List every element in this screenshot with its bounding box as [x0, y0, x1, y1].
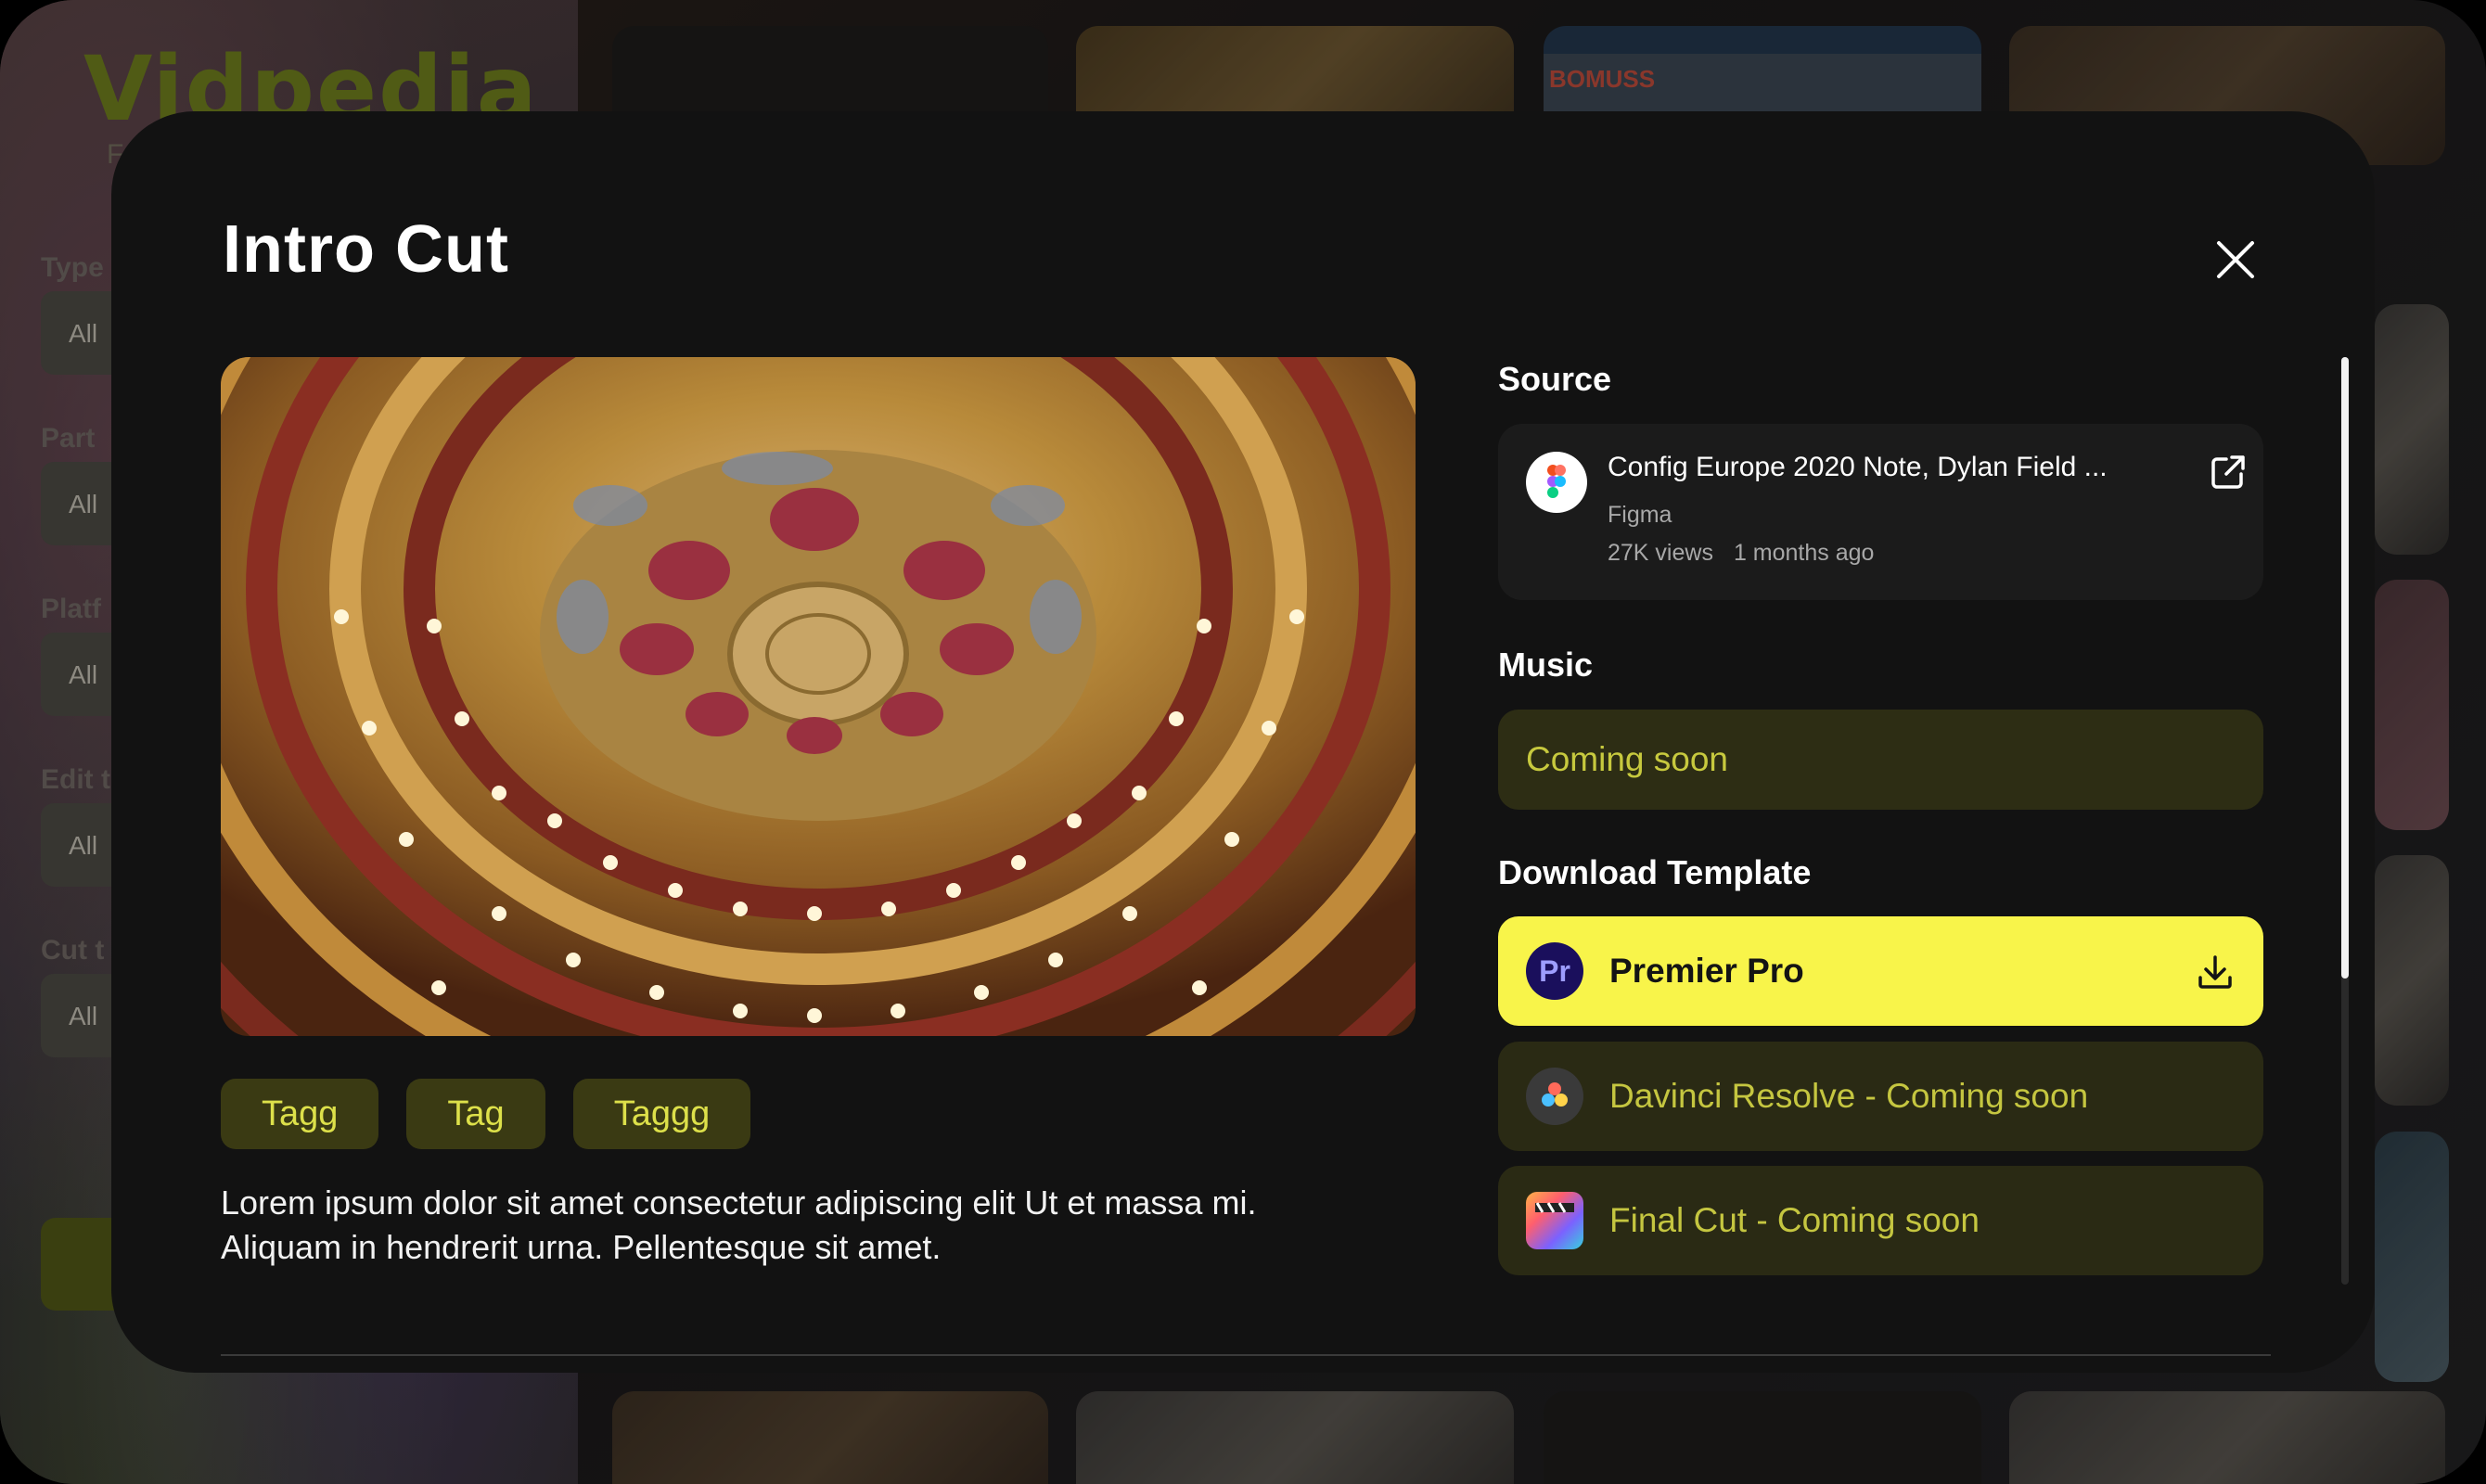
download-option-label: Premier Pro [1609, 952, 1804, 990]
source-meta: 27K views 1 months ago [1608, 540, 1874, 567]
source-heading: Source [1498, 360, 1612, 398]
download-option-label: Final Cut - Coming soon [1609, 1201, 1980, 1239]
tag-chip[interactable]: Tag [406, 1079, 545, 1149]
close-button[interactable] [2208, 232, 2263, 288]
download-final-cut-button[interactable]: Final Cut - Coming soon [1498, 1166, 2263, 1275]
source-channel: Figma [1608, 502, 1672, 528]
external-link-icon [2211, 455, 2245, 489]
download-premiere-pro-button[interactable]: Pr Premier Pro [1498, 916, 2263, 1026]
music-heading: Music [1498, 646, 1594, 684]
open-source-button[interactable] [2208, 452, 2249, 493]
music-status: Coming soon [1498, 710, 2263, 810]
source-views: 27K views [1608, 540, 1713, 566]
modal-title: Intro Cut [223, 212, 509, 287]
davinci-resolve-icon [1526, 1068, 1583, 1125]
download-davinci-resolve-button[interactable]: Davinci Resolve - Coming soon [1498, 1042, 2263, 1151]
divider [221, 1354, 2271, 1356]
video-preview[interactable] [221, 357, 1416, 1036]
source-video-title[interactable]: Config Europe 2020 Note, Dylan Field ... [1608, 452, 2108, 483]
source-age: 1 months ago [1733, 540, 1875, 566]
source-card[interactable]: Config Europe 2020 Note, Dylan Field ...… [1498, 424, 2263, 600]
premiere-pro-icon: Pr [1526, 942, 1583, 1000]
intro-cut-modal: Intro Cut Tagg Tag Taggg Lorem ipsum dol… [111, 111, 2375, 1373]
tag-chip[interactable]: Tagg [221, 1079, 379, 1149]
download-icon [2198, 955, 2232, 989]
tag-chip[interactable]: Taggg [572, 1079, 751, 1149]
video-description: Lorem ipsum dolor sit amet consectetur a… [221, 1183, 1257, 1266]
tag-list: Tagg Tag Taggg [221, 1079, 751, 1149]
close-icon [2217, 241, 2254, 278]
scrollbar-thumb[interactable] [2341, 357, 2349, 979]
figma-logo-icon [1526, 452, 1587, 513]
final-cut-icon [1526, 1192, 1583, 1249]
download-heading: Download Template [1498, 853, 1812, 891]
download-option-label: Davinci Resolve - Coming soon [1609, 1077, 2089, 1115]
theater-ceiling-image [221, 357, 1416, 1036]
